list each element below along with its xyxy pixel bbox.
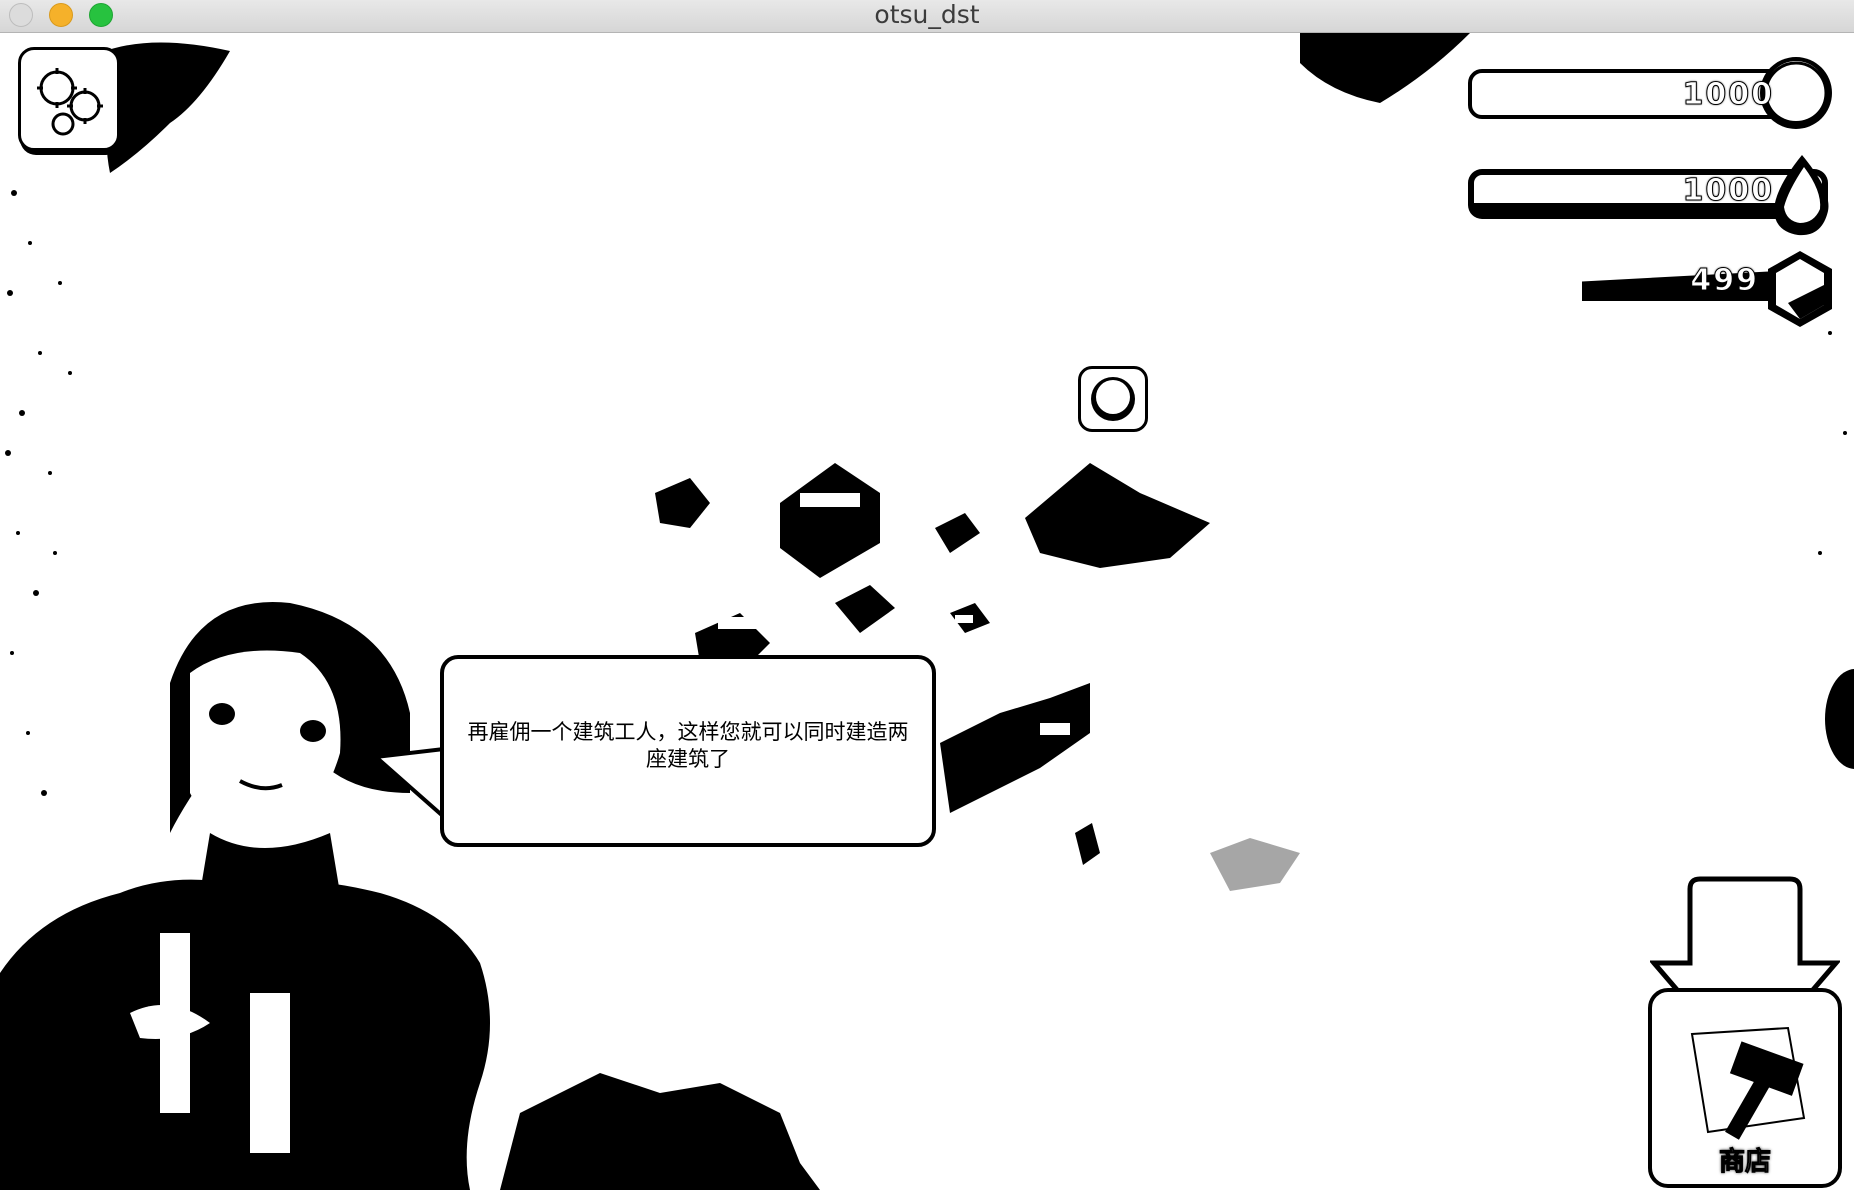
gem-icon <box>1768 251 1832 327</box>
speech-bubble-tail <box>371 747 450 819</box>
elixir-amount: 1000 <box>1682 173 1774 209</box>
shop-label: 商店 <box>1718 1147 1771 1178</box>
decoration-rubble <box>1210 838 1300 891</box>
hammer-icon <box>1690 1026 1806 1140</box>
building-small-1 <box>935 513 980 553</box>
building-marker[interactable] <box>1078 366 1148 432</box>
troop-barbarian <box>1075 823 1100 865</box>
gears-icon <box>37 68 103 136</box>
character-neck-shadow <box>200 833 340 893</box>
foliage-bottom <box>500 1073 820 1190</box>
builder-icon <box>1091 377 1135 421</box>
character-face <box>190 650 341 838</box>
foliage-top-right <box>1300 33 1470 103</box>
game-viewport[interactable]: 1000 1000 499 再雇佣一个建筑工人，这样您就可以同时建造两座建筑了 … <box>0 33 1854 1190</box>
app-window: otsu_dst 1000 1000 499 再雇佣一个建筑工人，这样您就可以同… <box>0 0 1854 1190</box>
building-town-hall <box>780 463 880 578</box>
speech-bubble: 再雇佣一个建筑工人，这样您就可以同时建造两座建筑了 <box>440 655 936 847</box>
title-bar: otsu_dst <box>0 0 1854 33</box>
building-gold-mine <box>940 683 1090 813</box>
building-clan-castle <box>1025 463 1210 568</box>
settings-button[interactable] <box>18 47 120 151</box>
gold-amount: 1000 <box>1682 77 1774 113</box>
building-builder-hut-1 <box>655 478 710 528</box>
window-title: otsu_dst <box>874 0 980 29</box>
building-small-2 <box>835 585 895 633</box>
gems-amount: 499 <box>1690 263 1759 299</box>
elixir-drop-icon <box>1774 155 1829 236</box>
dialog-message: 再雇佣一个建筑工人，这样您就可以同时建造两座建筑了 <box>467 720 909 771</box>
character-body <box>0 879 490 1190</box>
shop-button[interactable]: 商店 <box>1648 988 1842 1188</box>
